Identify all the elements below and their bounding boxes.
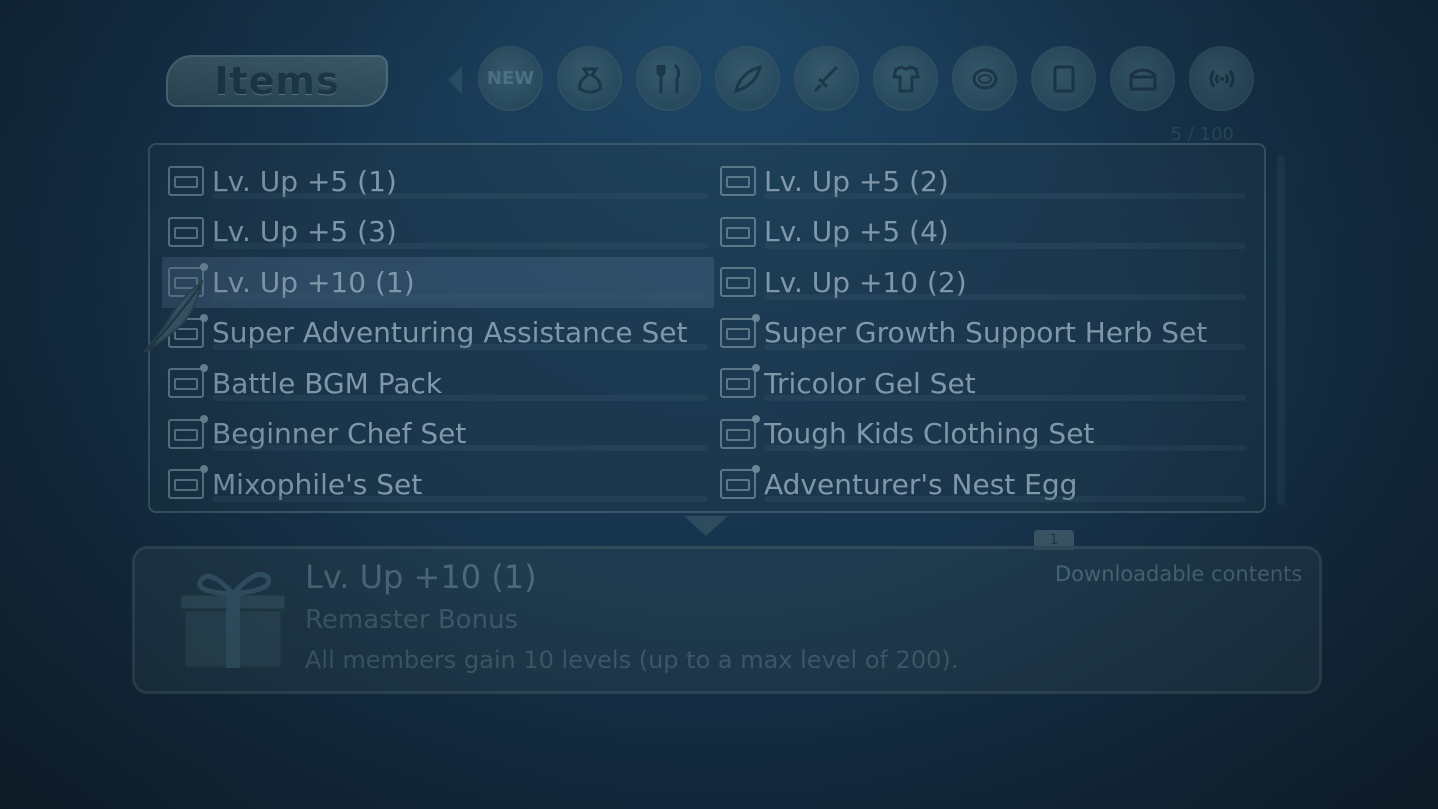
detail-description: All members gain 10 levels (up to a max … — [305, 646, 959, 674]
treasure-chest-icon — [168, 216, 204, 247]
book-icon — [1053, 65, 1074, 92]
list-scrollbar[interactable] — [1277, 155, 1285, 505]
treasure-chest-icon — [720, 364, 760, 399]
list-item-label: Adventurer's Nest Egg — [764, 467, 1078, 501]
treasure-chest-icon — [720, 166, 756, 197]
new-dot-icon — [200, 414, 208, 423]
new-dot-icon — [752, 364, 760, 373]
tab-new[interactable]: NEW — [478, 46, 543, 111]
list-item[interactable]: Super Growth Support Herb Set — [714, 308, 1252, 359]
list-item[interactable]: Tough Kids Clothing Set — [714, 409, 1252, 460]
treasure-chest-icon — [168, 364, 208, 399]
list-item[interactable]: Lv. Up +10 (2) — [714, 257, 1252, 308]
detail-title: Lv. Up +10 (1) — [305, 558, 537, 596]
treasure-chest-icon — [720, 313, 760, 348]
list-item-label: Tricolor Gel Set — [764, 366, 976, 400]
new-dot-icon — [200, 263, 208, 272]
tab-online[interactable] — [1189, 46, 1254, 111]
tab-key-items[interactable] — [1110, 46, 1175, 111]
treasure-chest-icon — [720, 414, 760, 449]
list-item[interactable]: Lv. Up +5 (4) — [714, 207, 1252, 258]
list-item-label: Tough Kids Clothing Set — [764, 417, 1095, 451]
sword-icon — [813, 65, 838, 92]
tab-food[interactable] — [636, 46, 701, 111]
list-item-label: Lv. Up +10 (2) — [764, 265, 967, 299]
gift-box-icon — [178, 572, 288, 670]
tab-weapons[interactable] — [794, 46, 859, 111]
treasure-chest-icon — [720, 267, 756, 298]
list-item[interactable]: Beginner Chef Set — [162, 409, 714, 460]
wifi-icon — [1209, 69, 1234, 88]
list-item[interactable]: Battle BGM Pack — [162, 358, 714, 409]
pouch-icon — [577, 67, 602, 93]
detail-subtitle: Remaster Bonus — [305, 605, 519, 635]
category-tabs: NEW — [478, 46, 1254, 111]
new-dot-icon — [200, 364, 208, 373]
tabs-left-arrow-icon[interactable] — [448, 66, 462, 94]
list-item-label: Super Growth Support Herb Set — [764, 316, 1208, 350]
list-item-label: Lv. Up +5 (4) — [764, 215, 949, 249]
new-dot-icon — [752, 313, 760, 322]
list-item-label: Lv. Up +5 (3) — [212, 215, 397, 249]
list-item-label: Lv. Up +10 (1) — [212, 265, 415, 299]
list-item[interactable]: Lv. Up +5 (3) — [162, 207, 714, 258]
tab-pouch[interactable] — [557, 46, 622, 111]
armor-icon — [891, 64, 920, 92]
ring-icon — [972, 68, 997, 89]
new-dot-icon — [752, 465, 760, 474]
list-item[interactable]: Lv. Up +5 (1) — [162, 156, 714, 207]
list-item[interactable]: Lv. Up +5 (2) — [714, 156, 1252, 207]
item-count: 5 / 100 — [1170, 124, 1234, 145]
treasure-chest-icon — [168, 414, 208, 449]
screen-title: Items — [214, 59, 340, 103]
item-list: Lv. Up +5 (1) Lv. Up +5 (2) Lv. Up +5 (3) L… — [162, 156, 1252, 510]
treasure-chest-icon — [720, 465, 760, 500]
category-label: Downloadable contents — [1055, 562, 1303, 586]
list-item-label: Lv. Up +5 (2) — [764, 164, 949, 198]
chest-icon — [1129, 68, 1156, 90]
new-dot-icon — [200, 465, 208, 474]
new-dot-icon — [752, 414, 760, 423]
list-item-label: Lv. Up +5 (1) — [212, 164, 397, 198]
list-item[interactable]: Tricolor Gel Set — [714, 358, 1252, 409]
list-item[interactable]: Super Adventuring Assistance Set — [162, 308, 714, 359]
new-badge-icon: NEW — [486, 68, 535, 89]
list-item[interactable]: Adventurer's Nest Egg — [714, 459, 1252, 510]
treasure-chest-icon — [720, 216, 756, 247]
list-item[interactable]: Lv. Up +10 (1) — [162, 257, 714, 308]
feather-cursor-icon — [143, 279, 204, 353]
screen-title-plate: Items — [166, 55, 388, 107]
list-item-label: Battle BGM Pack — [212, 366, 443, 400]
list-item-label: Super Adventuring Assistance Set — [212, 316, 688, 350]
tab-books[interactable] — [1031, 46, 1096, 111]
treasure-chest-icon — [168, 166, 204, 197]
list-item-label: Beginner Chef Set — [212, 417, 467, 451]
fork-knife-icon — [656, 63, 680, 93]
scroll-down-arrow-icon[interactable] — [684, 516, 728, 536]
list-item[interactable]: Mixophile's Set — [162, 459, 714, 510]
tab-accessories[interactable] — [952, 46, 1017, 111]
treasure-chest-icon — [168, 465, 208, 500]
list-item-label: Mixophile's Set — [212, 467, 423, 501]
tab-armor[interactable] — [873, 46, 938, 111]
tab-materials[interactable] — [715, 46, 780, 111]
leaf-icon — [733, 64, 762, 93]
